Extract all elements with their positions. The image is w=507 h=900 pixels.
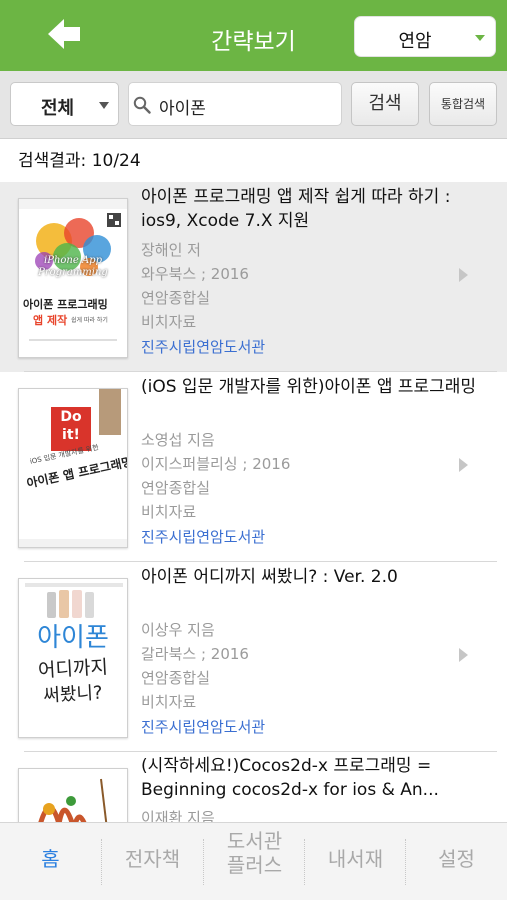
cover-line-2: 앱 제작 (33, 314, 68, 327)
tab-my-library-label: 내서재 (327, 847, 384, 871)
list-item[interactable]: 아이폰 어디까지 써봤니? 아이폰 어디까지 써봤니? : Ver. 2.0 이… (0, 562, 507, 752)
book-author: 이재환 지음 (141, 809, 215, 822)
book-author: 소영섭 지음 (141, 431, 215, 449)
library-link[interactable]: 진주시립연암도서관 (141, 715, 265, 739)
book-cover: 아이폰 어디까지 써봤니? (18, 578, 128, 738)
library-select-value: 연암 (398, 31, 432, 52)
library-select[interactable]: 연암 (354, 16, 496, 57)
book-location: 연암종합실 (141, 669, 211, 687)
book-cover: iPhone App Programming 아이폰 프로그래밍 앱 제작 쉽게… (18, 198, 128, 358)
tab-home[interactable]: 홈 (0, 823, 101, 900)
cover-banner: iPhone App Programming (38, 255, 108, 278)
tab-ebook-label: 전자책 (124, 847, 181, 871)
tab-my-library[interactable]: 내서재 (305, 823, 406, 900)
tab-ebook[interactable]: 전자책 (102, 823, 203, 900)
results-list: iPhone App Programming 아이폰 프로그래밍 앱 제작 쉽게… (0, 182, 507, 822)
tab-settings-label: 설정 (438, 847, 475, 871)
dropdown-triangle-icon (99, 102, 109, 109)
cover-line-3: 쉽게 따라 하기 (71, 317, 108, 324)
book-location: 연암종합실 (141, 479, 211, 497)
cover-line-1: 아이폰 프로그래밍 (23, 298, 108, 311)
search-query-text: 아이폰 (159, 99, 206, 119)
search-bar: 전체 아이폰 검색 통합검색 (0, 71, 507, 139)
list-item[interactable]: Do it! iOS 입문 개발자를 위한 아이폰 앱 프로그래밍 (iOS 입… (0, 372, 507, 562)
book-title: (iOS 입문 개발자를 위한)아이폰 앱 프로그래밍 (141, 377, 477, 397)
book-title: (시작하세요!)Cocos2d-x 프로그래밍 = Beginning coco… (141, 756, 439, 800)
search-button[interactable]: 검색 (351, 82, 419, 126)
book-cover: Do it! iOS 입문 개발자를 위한 아이폰 앱 프로그래밍 (18, 388, 128, 548)
search-icon (133, 96, 151, 114)
book-publisher: 이지스퍼블리싱 ; 2016 (141, 455, 291, 473)
chevron-right-icon (459, 268, 468, 282)
book-material: 비치자료 (141, 313, 197, 331)
chevron-right-icon (459, 648, 468, 662)
library-link[interactable]: 진주시립연암도서관 (141, 335, 265, 359)
search-input[interactable]: 아이폰 (128, 82, 342, 126)
unified-search-button[interactable]: 통합검색 (429, 82, 497, 126)
app-header: 간략보기 연암 (0, 0, 507, 71)
bottom-tab-bar: 홈 전자책 도서관 플러스 내서재 설정 (0, 822, 507, 900)
list-item[interactable]: iPhone App Programming 아이폰 프로그래밍 앱 제작 쉽게… (0, 182, 507, 372)
search-scope-select[interactable]: 전체 (10, 82, 119, 126)
book-material: 비치자료 (141, 693, 197, 711)
chevron-right-icon (459, 458, 468, 472)
tab-library-plus[interactable]: 도서관 플러스 (204, 823, 305, 900)
book-cover (18, 768, 128, 822)
book-location: 연암종합실 (141, 289, 211, 307)
book-publisher: 와우북스 ; 2016 (141, 265, 249, 283)
tab-home-label: 홈 (41, 847, 60, 871)
search-scope-value: 전체 (41, 98, 75, 119)
library-link[interactable]: 진주시립연암도서관 (141, 525, 265, 549)
cover-badge-line-2: it! (62, 427, 80, 443)
book-material: 비치자료 (141, 503, 197, 521)
result-count: 검색결과: 10/24 (18, 151, 141, 171)
chevron-down-icon (475, 35, 485, 41)
cover-badge-line-1: Do (60, 409, 82, 425)
tab-settings[interactable]: 설정 (406, 823, 507, 900)
cover-rule (29, 339, 117, 341)
cover-line-1: 아이폰 (37, 623, 109, 653)
book-author: 이상우 지음 (141, 621, 215, 639)
book-title: 아이폰 어디까지 써봤니? : Ver. 2.0 (141, 567, 398, 587)
book-publisher: 갈라북스 ; 2016 (141, 645, 249, 663)
tab-library-plus-label: 도서관 플러스 (226, 829, 283, 877)
book-title: 아이폰 프로그래밍 앱 제작 쉽게 따라 하기 : ios9, Xcode 7.… (141, 187, 451, 231)
book-author: 장해인 저 (141, 241, 201, 259)
list-item[interactable]: (시작하세요!)Cocos2d-x 프로그래밍 = Beginning coco… (0, 752, 507, 822)
